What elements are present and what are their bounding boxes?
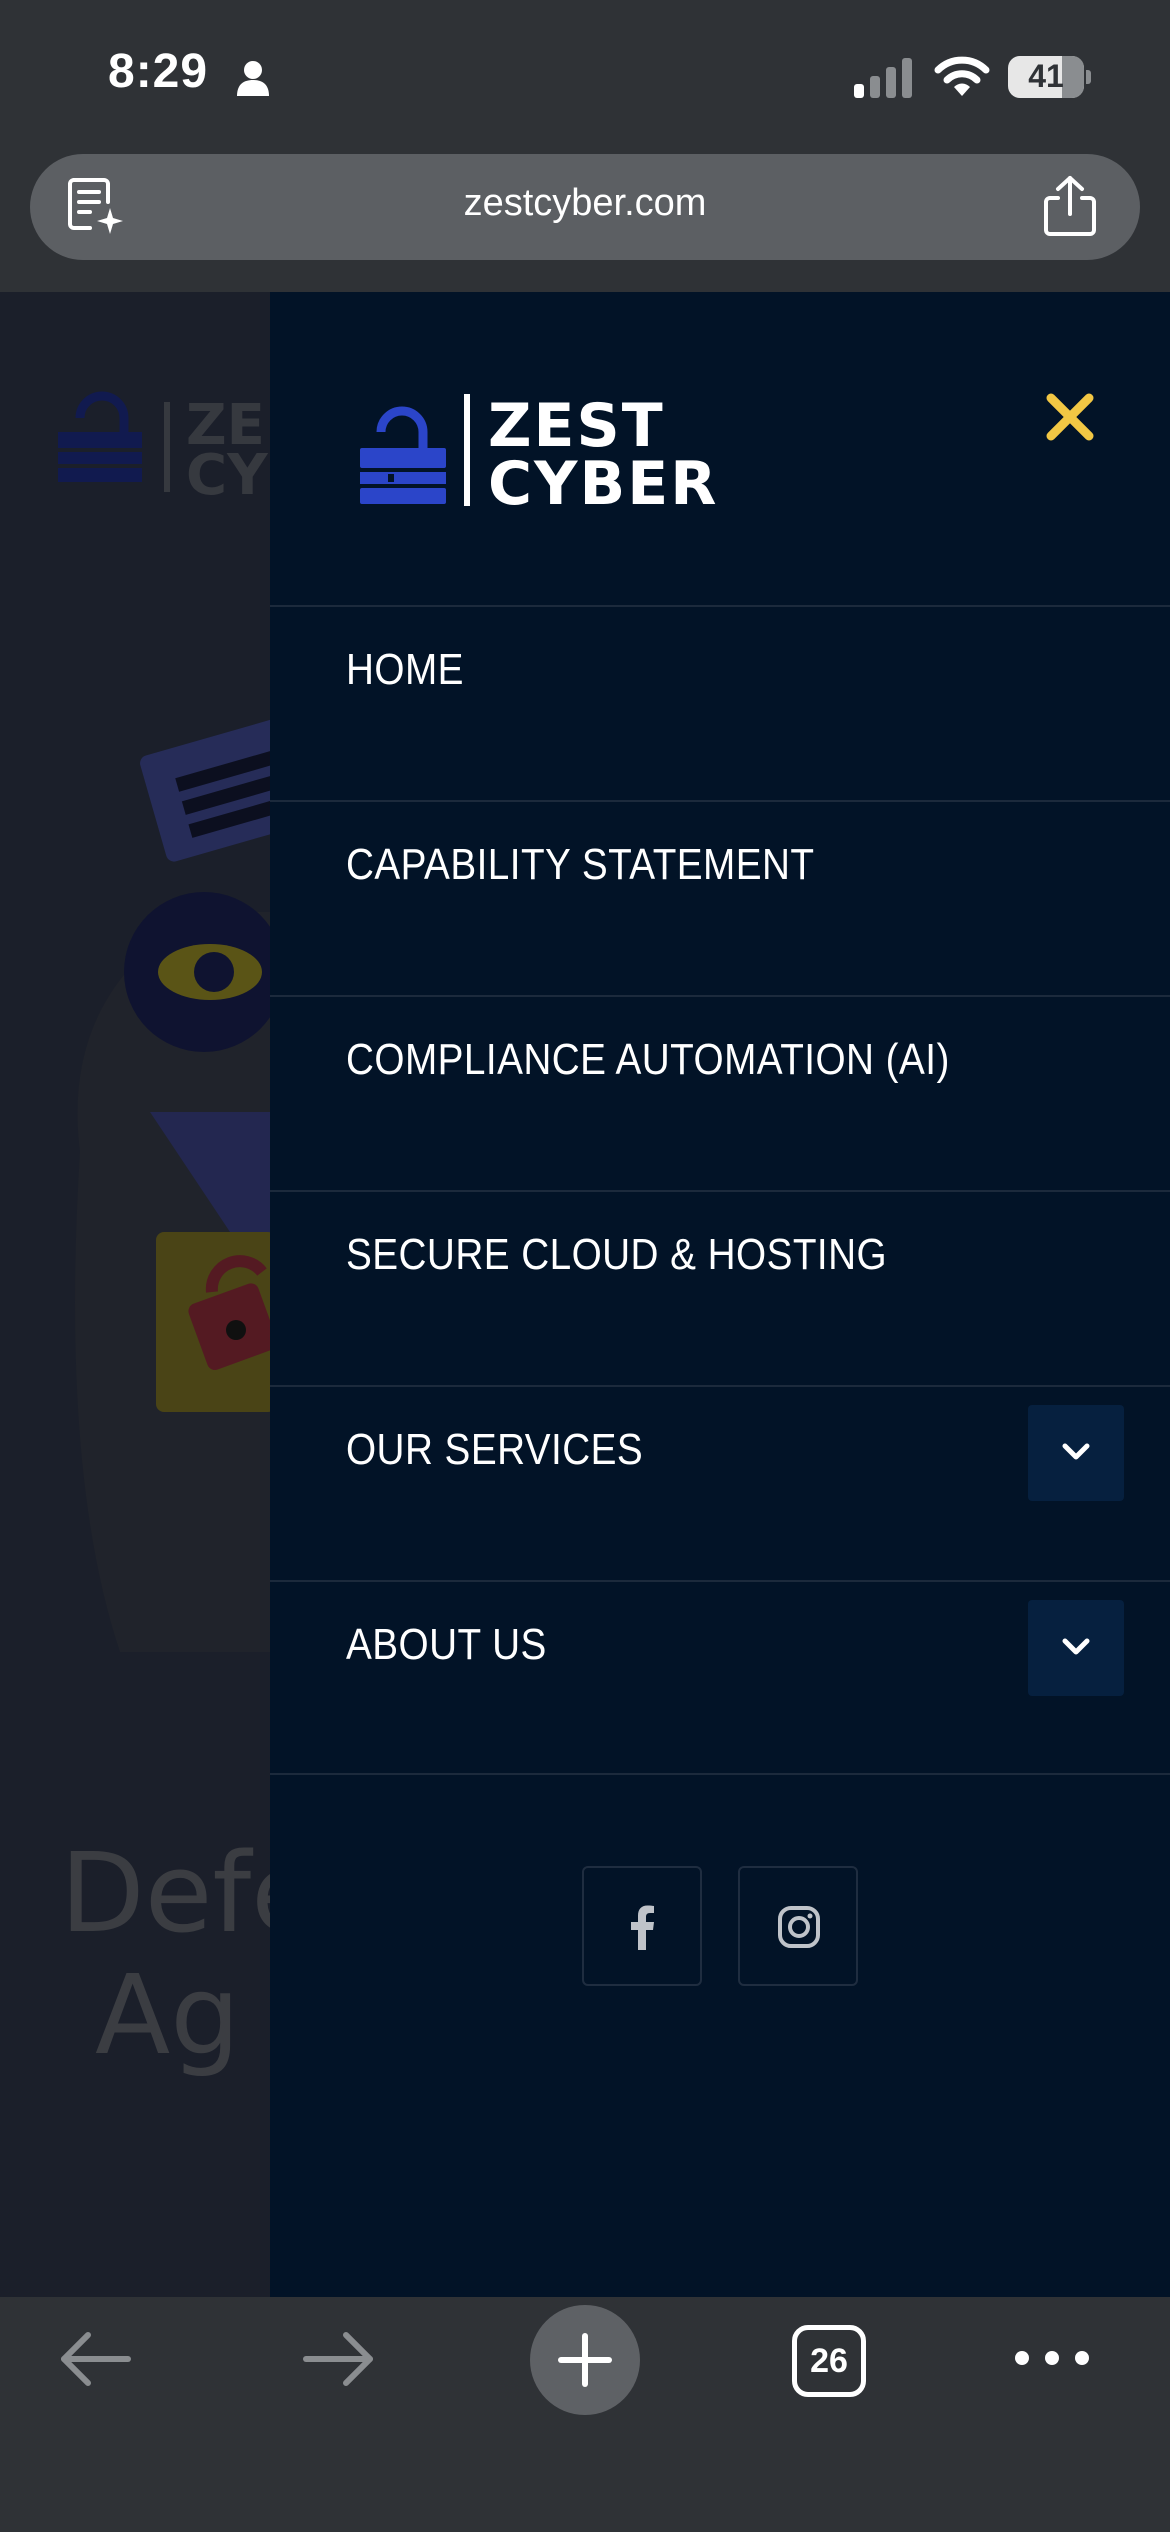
plus-icon [558, 2333, 612, 2387]
chevron-down-icon [1062, 1638, 1090, 1655]
menu-item-secure-cloud-hosting[interactable]: SECURE CLOUD & HOSTING [270, 1190, 1170, 1385]
status-time: 8:29 [108, 45, 209, 98]
new-tab-button[interactable] [530, 2305, 640, 2415]
drawer-menu: HOME CAPABILITY STATEMENT COMPLIANCE AUT… [270, 605, 1170, 1775]
forward-arrow-icon[interactable] [298, 2329, 378, 2389]
address-bar[interactable]: zestcyber.com [30, 154, 1140, 260]
background-heading: Defe Ag [60, 1829, 270, 2079]
menu-item-label: SECURE CLOUD & HOSTING [346, 1230, 888, 1279]
battery-icon: 41 [1008, 56, 1091, 98]
back-arrow-icon[interactable] [56, 2329, 136, 2389]
social-links [270, 1866, 1170, 1986]
menu-item-label: COMPLIANCE AUTOMATION (AI) [346, 1035, 950, 1084]
instagram-button[interactable] [738, 1866, 858, 1986]
chevron-down-icon [1062, 1443, 1090, 1460]
navigation-drawer: ZEST CYBER HOME CAPABILITY STATEMENT COM… [270, 292, 1170, 2297]
menu-item-capability-statement[interactable]: CAPABILITY STATEMENT [270, 800, 1170, 995]
svg-text:CY: CY [186, 443, 269, 502]
menu-item-about-us[interactable]: ABOUT US [270, 1580, 1170, 1775]
menu-item-compliance-automation[interactable]: COMPLIANCE AUTOMATION (AI) [270, 995, 1170, 1190]
battery-level: 41 [1028, 58, 1064, 94]
menu-item-label: CAPABILITY STATEMENT [346, 840, 815, 889]
logo-line-2: CYBER [488, 449, 718, 510]
facebook-button[interactable] [582, 1866, 702, 1986]
tab-count: 26 [810, 2342, 848, 2380]
background-page-overlay[interactable]: ZE CY Defe Ag [0, 292, 270, 2297]
menu-item-label: OUR SERVICES [346, 1425, 644, 1474]
our-services-expand-button[interactable] [1028, 1405, 1124, 1501]
about-us-expand-button[interactable] [1028, 1600, 1124, 1696]
menu-item-home[interactable]: HOME [270, 605, 1170, 800]
status-bar: 8:29 41 [0, 0, 1170, 150]
close-icon[interactable] [1035, 382, 1105, 452]
signal-icon [854, 58, 912, 98]
menu-item-label: ABOUT US [346, 1620, 547, 1669]
more-icon[interactable] [1012, 2343, 1092, 2373]
zest-cyber-logo[interactable]: ZEST CYBER [358, 390, 738, 510]
instagram-icon [778, 1906, 820, 1948]
tabs-button[interactable]: 26 [792, 2325, 866, 2397]
share-icon[interactable] [1040, 174, 1100, 238]
background-logo: ZE CY [58, 391, 269, 502]
menu-item-label: HOME [346, 645, 464, 694]
browser-toolbar: 26 [0, 2297, 1170, 2532]
background-illustration [75, 718, 270, 1652]
person-icon [237, 61, 269, 96]
facebook-icon [631, 1905, 654, 1950]
url-text[interactable]: zestcyber.com [30, 182, 1140, 225]
wifi-icon [934, 56, 990, 96]
menu-item-our-services[interactable]: OUR SERVICES [270, 1385, 1170, 1580]
